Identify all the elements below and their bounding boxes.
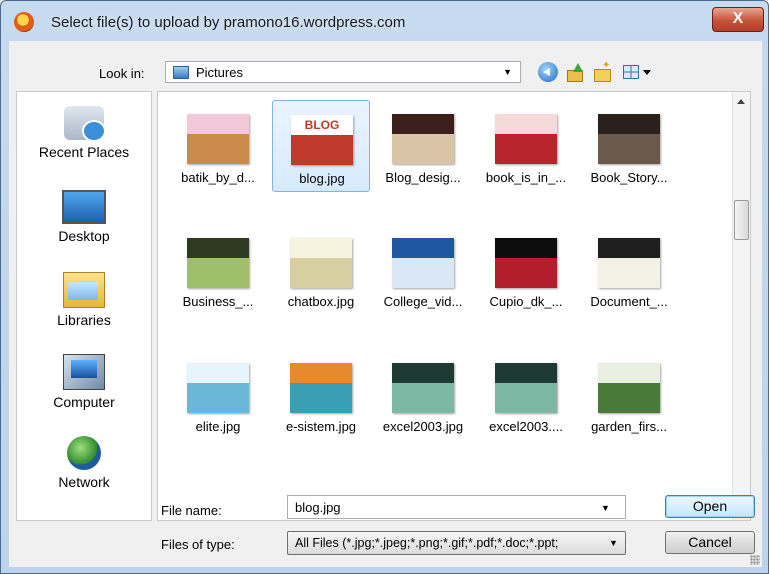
file-thumbnail bbox=[495, 114, 557, 164]
file-name: excel2003.jpg bbox=[382, 419, 464, 434]
file-item[interactable]: e-sistem.jpg bbox=[272, 349, 370, 441]
file-thumbnail bbox=[495, 238, 557, 288]
file-thumbnail bbox=[598, 114, 660, 164]
close-button[interactable]: X bbox=[712, 7, 764, 32]
file-item[interactable]: excel2003.... bbox=[477, 349, 575, 441]
chevron-down-icon[interactable]: ▼ bbox=[503, 67, 512, 77]
file-thumbnail bbox=[290, 238, 352, 288]
file-item[interactable]: excel2003.jpg bbox=[374, 349, 472, 441]
file-name: excel2003.... bbox=[489, 419, 563, 434]
file-name: book_is_in_... bbox=[485, 170, 567, 185]
firefox-icon bbox=[14, 12, 34, 32]
title-bar[interactable]: Select file(s) to upload by pramono16.wo… bbox=[1, 1, 768, 39]
place-recent-places[interactable]: Recent Places bbox=[17, 106, 151, 160]
file-item[interactable]: Business_... bbox=[169, 224, 267, 316]
place-desktop[interactable]: Desktop bbox=[17, 190, 151, 244]
file-type-select[interactable]: All Files (*.jpg;*.jpeg;*.png;*.gif;*.pd… bbox=[287, 531, 626, 555]
file-name: Cupio_dk_... bbox=[489, 294, 563, 309]
file-item[interactable]: Blog_desig... bbox=[374, 100, 472, 192]
file-thumbnail bbox=[392, 363, 454, 413]
file-thumbnail bbox=[187, 114, 249, 164]
recent-places-icon bbox=[64, 106, 106, 142]
look-in-dropdown[interactable]: Pictures ▼ bbox=[165, 61, 521, 83]
file-dialog-window: Select file(s) to upload by pramono16.wo… bbox=[0, 0, 769, 574]
file-type-label: Files of type: bbox=[161, 537, 235, 552]
file-item[interactable]: book_is_in_... bbox=[477, 100, 575, 192]
place-computer[interactable]: Computer bbox=[17, 354, 151, 410]
file-item[interactable]: garden_firs... bbox=[580, 349, 678, 441]
chevron-down-icon[interactable]: ▼ bbox=[601, 503, 610, 513]
file-name: Document_... bbox=[590, 294, 668, 309]
file-thumbnail bbox=[495, 363, 557, 413]
vertical-scrollbar[interactable] bbox=[732, 92, 750, 520]
file-name: blog.jpg bbox=[299, 171, 345, 186]
file-item[interactable]: BLOG blog.jpg bbox=[272, 100, 370, 192]
file-grid: batik_by_d... BLOG blog.jpg Blog_desig... bo… bbox=[158, 92, 734, 520]
file-item[interactable]: College_vid... bbox=[374, 224, 472, 316]
place-label: Network bbox=[58, 474, 110, 490]
open-button[interactable]: Open bbox=[665, 495, 755, 518]
file-name: e-sistem.jpg bbox=[285, 419, 357, 434]
file-list[interactable]: batik_by_d... BLOG blog.jpg Blog_desig... bo… bbox=[157, 91, 751, 521]
file-name-label: File name: bbox=[161, 503, 222, 518]
file-name: Blog_desig... bbox=[385, 170, 461, 185]
scrollbar-thumb[interactable] bbox=[734, 200, 749, 240]
file-name: batik_by_d... bbox=[181, 170, 255, 185]
file-name: elite.jpg bbox=[195, 419, 241, 434]
scroll-up-icon[interactable] bbox=[737, 99, 745, 104]
file-thumbnail bbox=[290, 363, 352, 413]
file-thumbnail: BLOG bbox=[291, 115, 353, 165]
window-title: Select file(s) to upload by pramono16.wo… bbox=[51, 14, 406, 31]
file-thumbnail bbox=[187, 238, 249, 288]
resize-grip[interactable] bbox=[750, 555, 760, 565]
file-thumbnail bbox=[598, 363, 660, 413]
thumbnail-text: BLOG bbox=[304, 118, 340, 132]
file-name: chatbox.jpg bbox=[287, 294, 355, 309]
chevron-down-icon[interactable]: ▼ bbox=[609, 538, 618, 548]
cancel-button[interactable]: Cancel bbox=[665, 531, 755, 554]
back-icon[interactable] bbox=[538, 62, 558, 82]
place-label: Desktop bbox=[58, 228, 110, 244]
dialog-body: Look in: Pictures ▼ Recent Places Deskto… bbox=[9, 41, 762, 567]
view-menu-icon[interactable] bbox=[623, 62, 653, 82]
libraries-icon bbox=[63, 272, 105, 308]
file-item[interactable]: Document_... bbox=[580, 224, 678, 316]
pictures-folder-icon bbox=[173, 66, 189, 79]
file-item[interactable]: batik_by_d... bbox=[169, 100, 267, 192]
place-label: Computer bbox=[53, 394, 115, 410]
file-thumbnail bbox=[392, 238, 454, 288]
file-item[interactable]: Book_Story... bbox=[580, 100, 678, 192]
file-item[interactable]: Cupio_dk_... bbox=[477, 224, 575, 316]
computer-icon bbox=[63, 354, 105, 390]
new-folder-icon[interactable] bbox=[592, 60, 612, 82]
file-name: garden_firs... bbox=[591, 419, 667, 434]
place-network[interactable]: Network bbox=[17, 436, 151, 490]
file-thumbnail bbox=[392, 114, 454, 164]
file-item[interactable]: chatbox.jpg bbox=[272, 224, 370, 316]
file-name: Business_... bbox=[182, 294, 254, 309]
look-in-label: Look in: bbox=[99, 66, 145, 81]
file-name-input[interactable]: blog.jpg bbox=[287, 495, 626, 519]
file-item[interactable]: elite.jpg bbox=[169, 349, 267, 441]
network-icon bbox=[67, 436, 101, 470]
place-libraries[interactable]: Libraries bbox=[17, 272, 151, 328]
up-folder-icon[interactable] bbox=[565, 62, 585, 82]
file-name: Book_Story... bbox=[590, 170, 668, 185]
file-thumbnail bbox=[598, 238, 660, 288]
look-in-value: Pictures bbox=[196, 65, 243, 80]
places-bar: Recent Places Desktop Libraries Computer… bbox=[16, 91, 152, 521]
place-label: Recent Places bbox=[38, 144, 130, 160]
file-thumbnail bbox=[187, 363, 249, 413]
desktop-icon bbox=[62, 190, 106, 224]
place-label: Libraries bbox=[57, 312, 111, 328]
file-name: College_vid... bbox=[383, 294, 463, 309]
